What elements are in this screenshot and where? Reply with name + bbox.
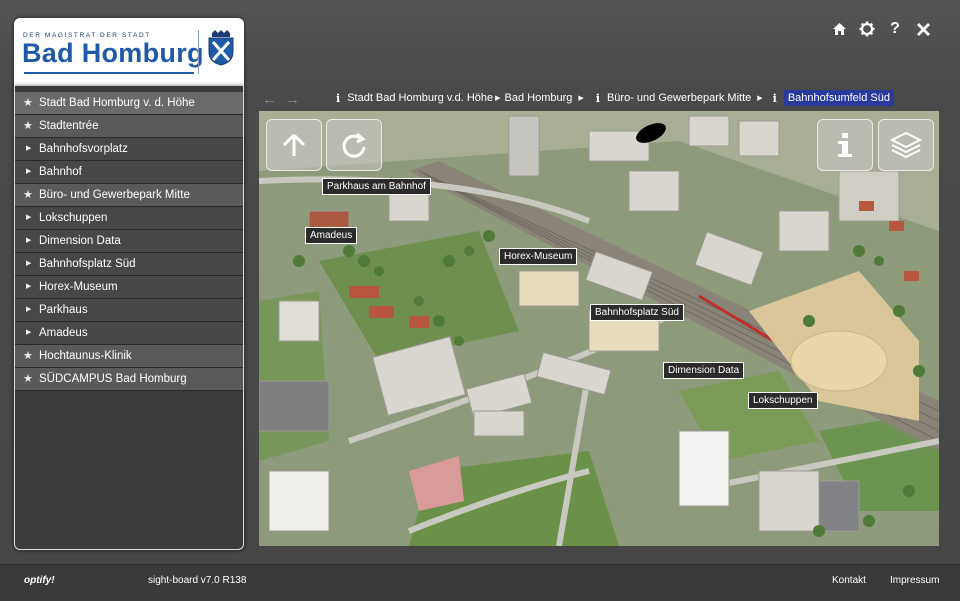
sidebar-item-label: Büro- und Gewerbepark Mitte <box>39 189 190 201</box>
triangle-right-icon: ▶ <box>26 329 32 336</box>
breadcrumb-item-bahnhofsumfeld[interactable]: i Bahnhofsumfeld Süd <box>773 90 894 106</box>
star-icon: ★ <box>23 373 33 385</box>
breadcrumb-label-active: Bahnhofsumfeld Süd <box>783 90 894 106</box>
close-icon[interactable] <box>914 20 932 38</box>
breadcrumb-label: Stadt Bad Homburg v.d. Höhe <box>347 92 494 104</box>
sidebar-item[interactable]: ▶ Bahnhofsplatz Süd <box>15 253 243 276</box>
breadcrumb-separator-icon: ▶ <box>757 95 763 102</box>
info-icon: i <box>595 91 600 105</box>
star-icon: ★ <box>23 120 33 132</box>
breadcrumb: i Stadt Bad Homburg v.d. Höhe ▶ Bad Homb… <box>336 90 894 106</box>
kontakt-link[interactable]: Kontakt <box>832 575 866 586</box>
triangle-right-icon: ▶ <box>26 168 32 175</box>
home-icon[interactable] <box>830 20 848 38</box>
breadcrumb-label: Büro- und Gewerbepark Mitte <box>606 92 752 104</box>
breadcrumb-label: Bad Homburg <box>504 92 573 104</box>
app-window: ? DER MAGISTRAT DER STADT Bad Homburg ★ S… <box>0 0 960 601</box>
sidebar-item[interactable]: ▶ Dimension Data <box>15 230 243 253</box>
version-label: sight-board v7.0 R138 <box>148 575 247 586</box>
arrow-up-icon <box>282 133 306 156</box>
triangle-right-icon: ▶ <box>26 260 32 267</box>
info-icon: i <box>336 91 341 105</box>
map-label-bahnhofsplatz-sued[interactable]: Bahnhofsplatz Süd <box>590 304 684 321</box>
breadcrumb-item-gewerbepark[interactable]: i Büro- und Gewerbepark Mitte ▶ <box>596 92 773 105</box>
star-icon: ★ <box>23 97 33 109</box>
sidebar-item-label: Stadt Bad Homburg v. d. Höhe <box>39 97 195 109</box>
info-icon <box>838 133 852 157</box>
sidebar-item-label: Hochtaunus-Klinik <box>39 350 132 362</box>
impressum-link[interactable]: Impressum <box>890 575 939 586</box>
sidebar-item-label: Horex-Museum <box>39 281 118 293</box>
sidebar-item-label: Bahnhofsvorplatz <box>39 143 128 155</box>
sidebar-item-label: Dimension Data <box>39 235 121 247</box>
up-button[interactable] <box>266 119 322 171</box>
sidebar-item-label: SÜDCAMPUS Bad Homburg <box>39 373 187 385</box>
aerial-map-image <box>259 111 939 546</box>
sidebar-item[interactable]: ▶ Bahnhofsvorplatz <box>15 138 243 161</box>
layers-button[interactable] <box>878 119 934 171</box>
triangle-right-icon: ▶ <box>26 214 32 221</box>
sidebar-item[interactable]: ▶ Amadeus <box>15 322 243 345</box>
sidebar-item[interactable]: ▶ Horex-Museum <box>15 276 243 299</box>
map-label-amadeus[interactable]: Amadeus <box>305 227 358 244</box>
aerial-map-view[interactable]: Parkhaus am Bahnhof Amadeus Horex-Museum… <box>259 111 939 546</box>
sidebar-item-label: Lokschuppen <box>39 212 108 224</box>
map-label-lokschuppen[interactable]: Lokschuppen <box>748 392 818 409</box>
triangle-right-icon: ▶ <box>26 283 32 290</box>
sidebar-list: ★ Stadt Bad Homburg v. d. Höhe ★ Stadtentré… <box>15 92 243 391</box>
sidebar-item-label: Bahnhof <box>39 166 82 178</box>
sidebar-item-label: Amadeus <box>39 327 88 339</box>
logo-underline <box>24 72 194 74</box>
sidebar-item[interactable]: ▶ Lokschuppen <box>15 207 243 230</box>
sidebar-item-label: Stadtentrée <box>39 120 99 132</box>
sidebar-item[interactable]: ▶ Bahnhof <box>15 161 243 184</box>
sidebar-item-label: Parkhaus <box>39 304 88 316</box>
coat-of-arms-icon <box>206 30 236 71</box>
rotate-icon <box>342 132 366 158</box>
top-toolbar: ? <box>830 20 932 38</box>
gear-icon[interactable] <box>858 20 876 38</box>
star-icon: ★ <box>23 189 33 201</box>
info-button[interactable] <box>817 119 873 171</box>
sidebar-item[interactable]: ★ SÜDCAMPUS Bad Homburg <box>15 368 243 391</box>
sidebar-item[interactable]: ▶ Parkhaus <box>15 299 243 322</box>
forward-arrow-icon[interactable]: → <box>285 91 300 108</box>
breadcrumb-item-bad-homburg[interactable]: ▶ Bad Homburg ▶ <box>493 92 596 104</box>
sidebar-item-label: Bahnhofsplatz Süd <box>39 258 136 270</box>
sidebar-item[interactable]: ★ Büro- und Gewerbepark Mitte <box>15 184 243 207</box>
footer: optify! sight-board v7.0 R138 Kontakt Im… <box>0 564 960 601</box>
back-arrow-icon[interactable]: ← <box>262 91 277 108</box>
rotate-button[interactable] <box>326 119 382 171</box>
sidebar: ★ Stadt Bad Homburg v. d. Höhe ★ Stadtentré… <box>14 86 244 550</box>
breadcrumb-item-stadt[interactable]: i Stadt Bad Homburg v.d. Höhe <box>336 92 493 105</box>
map-label-parkhaus-am-bahnhof[interactable]: Parkhaus am Bahnhof <box>322 178 431 195</box>
triangle-right-icon: ▶ <box>26 145 32 152</box>
brand-label[interactable]: optify! <box>24 575 55 586</box>
triangle-right-icon: ▶ <box>26 237 32 244</box>
logo-separator <box>198 30 199 74</box>
breadcrumb-separator-icon: ▶ <box>495 95 501 102</box>
map-label-dimension-data[interactable]: Dimension Data <box>663 362 745 379</box>
breadcrumb-separator-icon: ▶ <box>578 95 584 102</box>
logo-name: Bad Homburg <box>22 38 204 68</box>
sidebar-item[interactable]: ★ Hochtaunus-Klinik <box>15 345 243 368</box>
star-icon: ★ <box>23 350 33 362</box>
help-icon[interactable]: ? <box>886 20 904 38</box>
map-label-horex-museum[interactable]: Horex-Museum <box>499 248 578 265</box>
sidebar-item[interactable]: ★ Stadt Bad Homburg v. d. Höhe <box>15 92 243 115</box>
info-icon: i <box>772 91 777 105</box>
history-nav: ← → <box>262 91 300 108</box>
city-logo[interactable]: DER MAGISTRAT DER STADT Bad Homburg <box>14 18 244 86</box>
sidebar-item[interactable]: ★ Stadtentrée <box>15 115 243 138</box>
layers-icon <box>889 131 923 159</box>
triangle-right-icon: ▶ <box>26 306 32 313</box>
